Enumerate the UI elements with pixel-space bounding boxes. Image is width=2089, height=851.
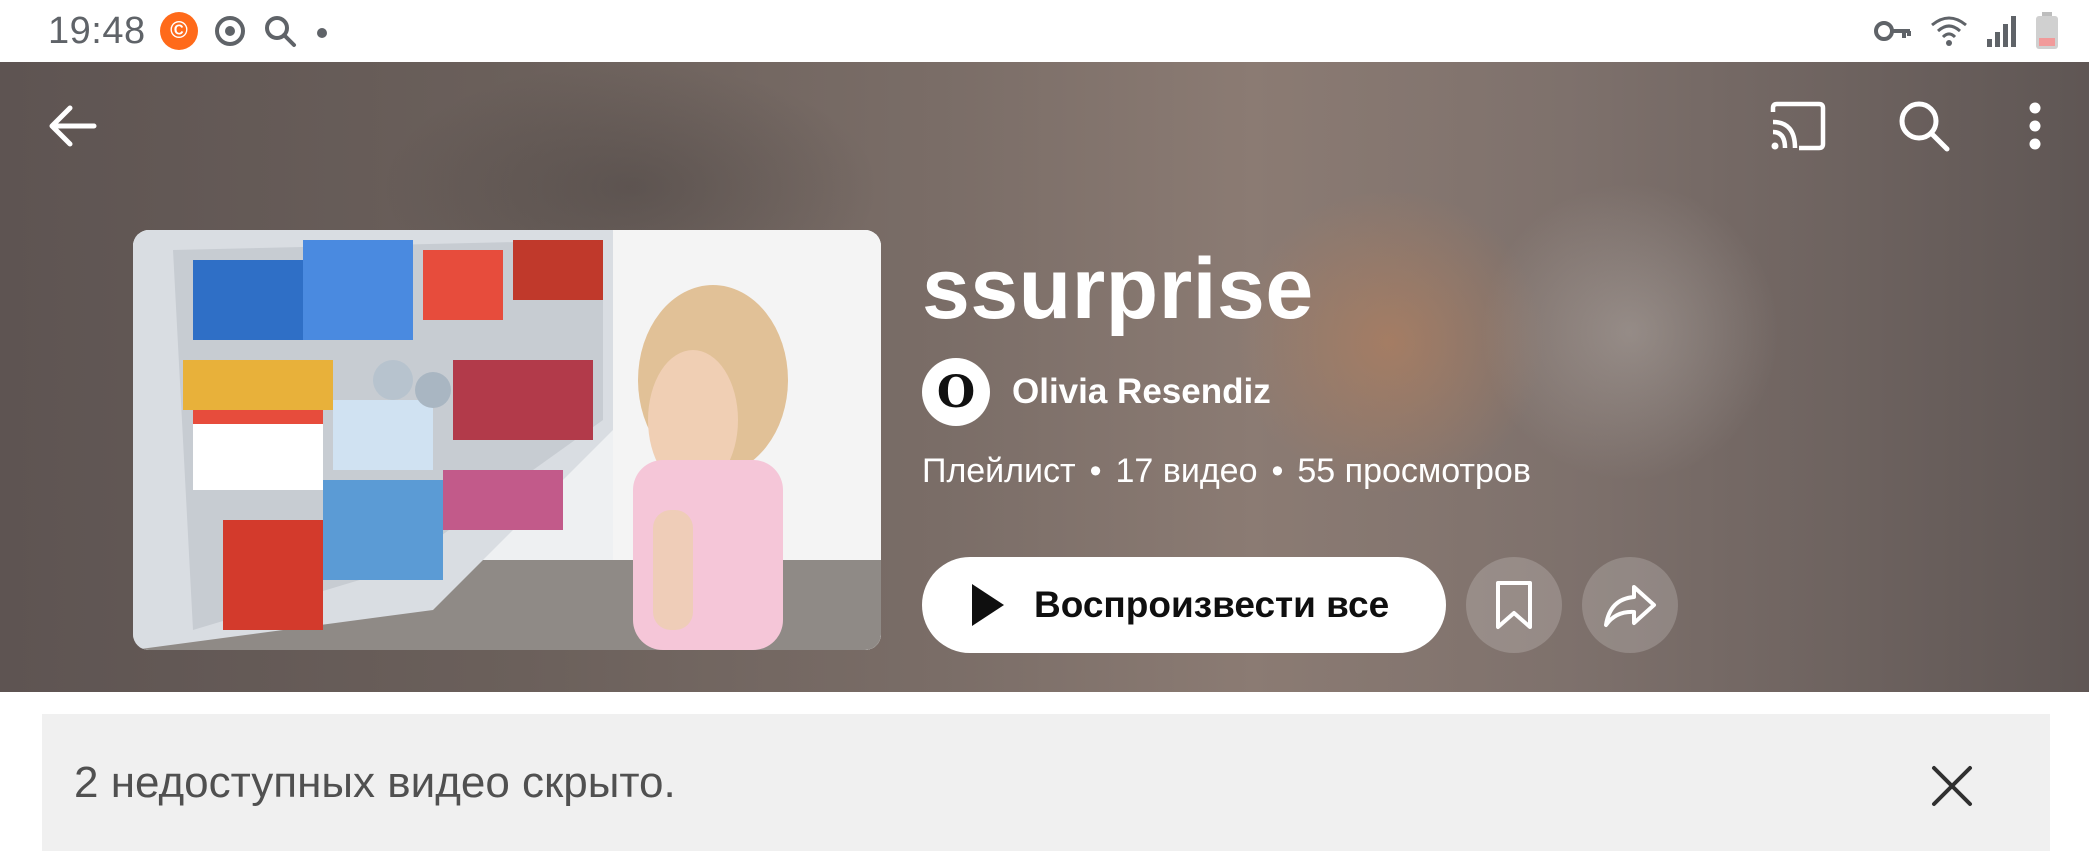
meta-video-count: 17 видео	[1115, 452, 1258, 490]
share-icon	[1604, 585, 1656, 627]
playlist-thumbnail[interactable]	[133, 230, 881, 650]
dot-icon	[317, 28, 327, 38]
search-icon	[265, 16, 296, 47]
wifi-icon	[1931, 16, 1967, 46]
more-vert-icon	[2029, 102, 2041, 150]
notice-text: 2 недоступных видео скрыто.	[74, 758, 676, 807]
close-icon	[1932, 766, 1972, 806]
author-row[interactable]: O Olivia Resendiz	[922, 358, 1271, 426]
meta-type: Плейлист	[922, 452, 1076, 490]
vpn-key-icon	[1874, 21, 1911, 41]
background-blur	[1480, 182, 1780, 482]
share-button[interactable]	[1582, 557, 1678, 653]
meta-view-count: 55 просмотров	[1297, 452, 1531, 490]
thumbnail-image	[133, 230, 881, 650]
playlist-header: ssurprise O Olivia Resendiz Плейлист • 1…	[0, 62, 2089, 692]
close-button[interactable]	[1912, 746, 1992, 826]
save-playlist-button[interactable]	[1466, 557, 1562, 653]
app-notification-icon: ©	[160, 12, 198, 50]
search-icon	[1899, 101, 1950, 152]
author-name[interactable]: Olivia Resendiz	[1012, 372, 1271, 412]
play-all-button[interactable]: Воспроизвести все	[922, 557, 1446, 653]
status-left-icons: ©	[160, 12, 332, 50]
meta-separator: •	[1271, 452, 1284, 490]
bookmark-icon	[1496, 581, 1532, 629]
battery-icon	[2036, 12, 2058, 49]
focus-icon	[215, 16, 245, 46]
cast-icon	[1770, 101, 1826, 151]
playlist-title: ssurprise	[922, 241, 1314, 337]
avatar[interactable]: O	[922, 358, 990, 426]
hidden-videos-notice: 2 недоступных видео скрыто.	[42, 714, 2050, 851]
cast-button[interactable]	[1757, 86, 1837, 166]
signal-icon	[1987, 16, 2016, 47]
more-options-button[interactable]	[1995, 86, 2075, 166]
meta-separator: •	[1089, 452, 1102, 490]
status-right-icons	[1873, 12, 2059, 50]
play-icon	[972, 584, 1004, 626]
avatar-initial: O	[936, 366, 976, 418]
playlist-meta: Плейлист • 17 видео • 55 просмотров	[922, 452, 1531, 491]
back-arrow-icon	[49, 105, 97, 147]
play-all-label: Воспроизвести все	[1034, 584, 1390, 625]
status-time: 19:48	[48, 10, 146, 52]
back-button[interactable]	[32, 86, 112, 166]
search-button[interactable]	[1884, 86, 1964, 166]
status-bar: 19:48 ©	[0, 0, 2089, 62]
